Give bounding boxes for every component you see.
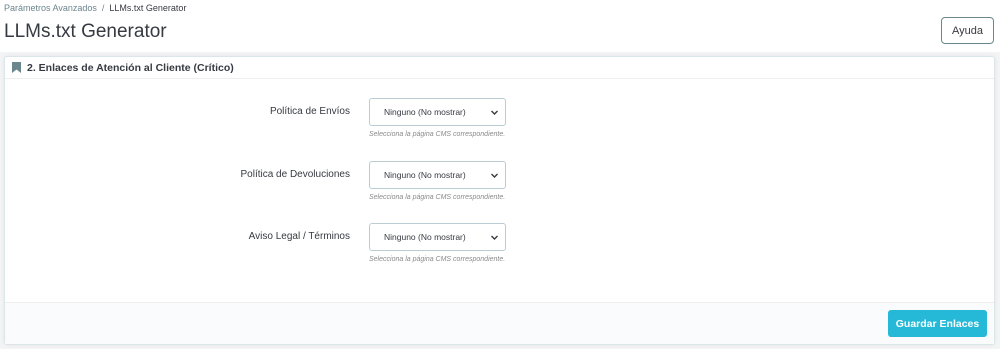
legal-terms-select-value: Ninguno (No mostrar) xyxy=(384,232,466,242)
shipping-policy-label: Política de Envíos xyxy=(269,106,350,117)
panel-heading: 2. Enlaces de Atención al Cliente (Críti… xyxy=(5,57,994,79)
bookmark-icon xyxy=(12,62,21,73)
legal-terms-help: Selecciona la página CMS correspondiente… xyxy=(369,256,506,263)
legal-terms-select[interactable]: Ninguno (No mostrar) xyxy=(369,223,506,251)
page-header: Parámetros Avanzados / LLMs.txt Generator … xyxy=(0,0,1000,52)
shipping-policy-help: Selecciona la página CMS correspondiente… xyxy=(369,131,506,138)
returns-policy-select[interactable]: Ninguno (No mostrar) xyxy=(369,161,506,189)
shipping-policy-select-value: Ninguno (No mostrar) xyxy=(384,107,466,117)
form-row-shipping-policy: Política de Envíos Ninguno (No mostrar) … xyxy=(5,98,994,148)
save-links-button[interactable]: Guardar Enlaces xyxy=(888,310,987,337)
shipping-policy-select[interactable]: Ninguno (No mostrar) xyxy=(369,98,506,126)
form-row-returns-policy: Política de Devoluciones Ninguno (No mos… xyxy=(5,161,994,211)
chevron-down-icon xyxy=(490,171,499,180)
panel-footer: Guardar Enlaces xyxy=(5,302,994,344)
customer-links-panel: 2. Enlaces de Atención al Cliente (Críti… xyxy=(4,56,995,345)
help-button[interactable]: Ayuda xyxy=(941,17,994,44)
breadcrumb: Parámetros Avanzados / LLMs.txt Generator xyxy=(4,3,186,13)
returns-policy-label: Política de Devoluciones xyxy=(240,169,350,180)
breadcrumb-current: LLMs.txt Generator xyxy=(109,3,187,13)
chevron-down-icon xyxy=(490,108,499,117)
returns-policy-select-value: Ninguno (No mostrar) xyxy=(384,170,466,180)
returns-policy-help: Selecciona la página CMS correspondiente… xyxy=(369,194,506,201)
panel-heading-text: 2. Enlaces de Atención al Cliente (Críti… xyxy=(27,61,234,74)
page-title: LLMs.txt Generator xyxy=(4,21,167,42)
breadcrumb-separator: / xyxy=(101,3,105,13)
chevron-down-icon xyxy=(490,233,499,242)
legal-terms-label: Aviso Legal / Términos xyxy=(248,231,350,242)
breadcrumb-parent-link[interactable]: Parámetros Avanzados xyxy=(4,3,97,13)
form-row-legal-terms: Aviso Legal / Términos Ninguno (No mostr… xyxy=(5,223,994,273)
